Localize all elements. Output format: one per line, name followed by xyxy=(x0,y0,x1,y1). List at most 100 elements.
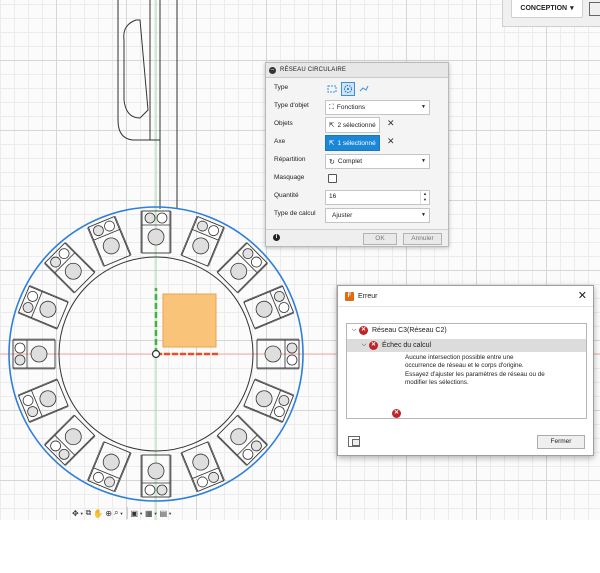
ok-button[interactable]: OK xyxy=(363,233,397,245)
row-objects: Objets ⇱ 2 sélectionné ✕ xyxy=(266,116,448,133)
segment-detail xyxy=(273,291,285,302)
segment-detail xyxy=(208,471,219,483)
features-icon xyxy=(344,85,352,93)
axis-selection-button[interactable]: ⇱ 1 sélectionné xyxy=(325,135,380,151)
chevron-down-icon[interactable]: ⌵ xyxy=(359,342,369,349)
object-type-select[interactable]: ⛶ Fonctions ▼ xyxy=(325,100,430,115)
fit-icon[interactable]: ⌕ ▼ xyxy=(114,507,123,519)
dialog-header[interactable]: – RÉSEAU CIRCULAIRE xyxy=(266,63,448,78)
segment-detail xyxy=(22,302,34,313)
clear-objects-icon[interactable]: ✕ xyxy=(387,118,395,129)
segment-detail xyxy=(14,354,26,366)
type-faces-button[interactable] xyxy=(325,82,339,96)
collapse-icon[interactable]: – xyxy=(269,66,276,74)
circular-pattern-dialog: – RÉSEAU CIRCULAIRE Type Type d'objet ⛶ … xyxy=(265,62,449,247)
grid-icon[interactable]: ▦ ▼ xyxy=(145,507,158,519)
pattern-segment[interactable] xyxy=(87,215,132,267)
segment-detail xyxy=(156,212,168,224)
compute-type-value: Ajuster xyxy=(332,212,353,219)
chevron-down-icon[interactable]: ⌵ xyxy=(349,327,359,334)
pattern-segment[interactable] xyxy=(17,285,69,330)
segment-detail xyxy=(156,484,168,496)
chevron-down-icon: ▾ xyxy=(570,5,574,12)
axis-label: Axe xyxy=(274,138,286,145)
info-icon[interactable]: i xyxy=(273,234,280,241)
error-tree: ⌵ ✕ Réseau C3(Réseau C2) ⌵ ✕ Échec du ca… xyxy=(346,323,587,419)
faces-icon xyxy=(327,85,337,93)
segment-detail xyxy=(230,262,248,280)
error-icon: ✕ xyxy=(359,326,368,335)
type-features-button[interactable] xyxy=(341,82,355,96)
compute-type-select[interactable]: Ajuster ▼ xyxy=(325,208,430,223)
segment-detail xyxy=(93,225,104,237)
close-icon[interactable]: ✕ xyxy=(578,289,587,302)
row-quantity: Quantité 16 ▲ ▼ xyxy=(266,188,448,205)
pattern-segment[interactable] xyxy=(180,215,225,267)
hand-icon[interactable]: ✋ xyxy=(93,507,103,519)
pattern-segment[interactable] xyxy=(17,378,69,423)
segment-detail xyxy=(197,220,208,232)
zoom-icon[interactable]: ⊕ xyxy=(105,507,112,519)
tree-child-label: Échec du calcul xyxy=(382,342,432,349)
distribution-value: Complet xyxy=(337,158,363,165)
distribution-label: Répartition xyxy=(274,156,306,163)
quantity-value: 16 xyxy=(329,193,337,200)
segment-detail xyxy=(30,345,48,363)
workspace-dropdown[interactable]: CONCEPTION ▾ xyxy=(511,0,583,18)
error-window: F Erreur ✕ ⌵ ✕ Réseau C3(Réseau C2) ⌵ ✕ … xyxy=(337,285,594,456)
clear-axis-icon[interactable]: ✕ xyxy=(387,136,395,147)
pattern-segment[interactable] xyxy=(180,441,225,493)
type-bodies-button[interactable] xyxy=(357,82,371,96)
pan-icon[interactable]: ⧉ xyxy=(86,507,92,519)
view-cube-icon[interactable] xyxy=(589,2,600,16)
cursor-icon: ⇱ xyxy=(329,122,335,129)
error-title: Erreur xyxy=(358,292,378,300)
row-compute-type: Type de calcul Ajuster ▼ xyxy=(266,206,448,223)
segment-detail xyxy=(286,342,298,354)
axis-value: 1 sélectionné xyxy=(337,139,376,147)
stepper-arrows-icon[interactable]: ▲ ▼ xyxy=(420,191,429,204)
objects-label: Objets xyxy=(274,120,293,127)
segment-detail xyxy=(278,395,290,406)
chevron-down-icon: ▼ xyxy=(421,212,426,218)
tree-item-failure[interactable]: ⌵ ✕ Échec du calcul xyxy=(347,339,586,352)
error-message-line: occurrence de réseau et le corps d'origi… xyxy=(405,362,524,370)
segment-detail xyxy=(147,228,165,246)
quantity-stepper[interactable]: 16 ▲ ▼ xyxy=(325,190,430,205)
pattern-segment[interactable] xyxy=(243,378,295,423)
segment-detail xyxy=(104,220,115,232)
segment-detail xyxy=(192,237,210,255)
cancel-button[interactable]: Annuler xyxy=(403,233,442,245)
segment-detail xyxy=(102,453,120,471)
tree-item-root[interactable]: ⌵ ✕ Réseau C3(Réseau C2) xyxy=(349,324,584,337)
error-icon: ✕ xyxy=(369,341,378,350)
segment-detail xyxy=(64,428,82,446)
row-suppression: Masquage xyxy=(266,170,448,187)
compute-type-label: Type de calcul xyxy=(274,210,316,217)
segment-detail xyxy=(104,476,115,488)
viewports-icon[interactable]: ▤ ▼ xyxy=(160,507,173,519)
bodies-icon xyxy=(359,85,369,92)
pattern-segment[interactable] xyxy=(87,441,132,493)
object-type-value: Fonctions xyxy=(336,104,366,111)
objects-value: 2 sélectionné xyxy=(337,121,376,129)
handle-slot xyxy=(123,19,149,119)
row-object-type: Type d'objet ⛶ Fonctions ▼ xyxy=(266,98,448,115)
objects-selection-button[interactable]: ⇱ 2 sélectionné xyxy=(325,117,380,133)
chevron-down-icon: ▼ xyxy=(421,104,426,110)
distribution-select[interactable]: ↻ Complet ▼ xyxy=(325,154,430,169)
error-icon: ✕ xyxy=(392,409,401,418)
segment-detail xyxy=(14,342,26,354)
segment-detail xyxy=(208,225,219,237)
quantity-label: Quantité xyxy=(274,192,299,199)
row-type: Type xyxy=(266,80,448,97)
copy-icon[interactable] xyxy=(348,436,360,447)
segment-detail xyxy=(286,354,298,366)
suppression-checkbox[interactable] xyxy=(328,174,337,183)
display-icon[interactable]: ▣ ▼ xyxy=(131,507,144,519)
close-button[interactable]: Fermer xyxy=(537,435,585,449)
segment-detail xyxy=(230,428,248,446)
pattern-segment[interactable] xyxy=(243,285,295,330)
orbit-icon[interactable]: ✥ ▼ xyxy=(72,507,84,519)
error-title-bar[interactable]: F Erreur ✕ xyxy=(338,286,593,307)
